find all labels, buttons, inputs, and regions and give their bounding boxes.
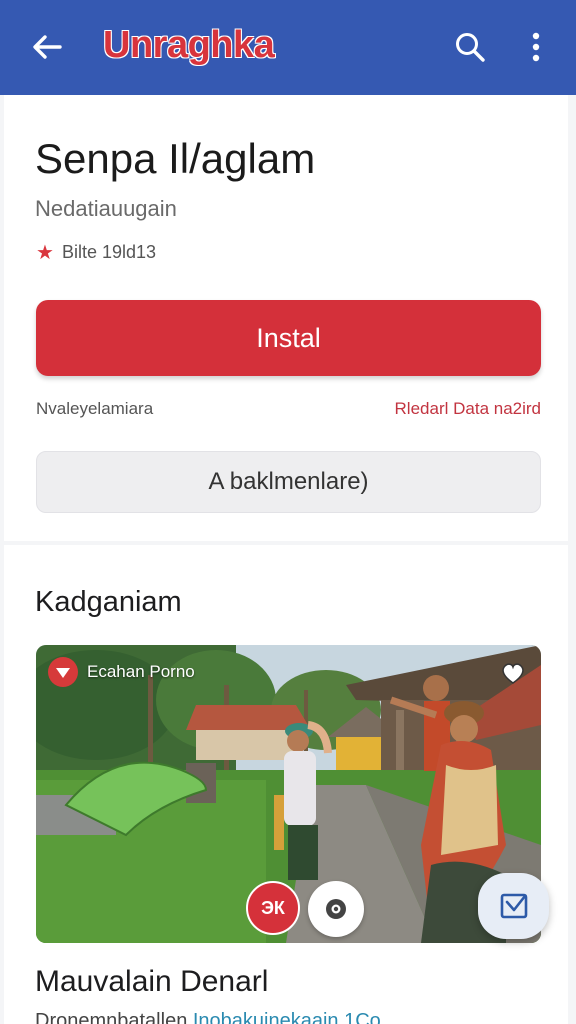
developer-name[interactable]: Nedatiauugain [35, 196, 177, 222]
search-icon [456, 33, 485, 62]
channel-logo-icon [48, 657, 78, 687]
camera-button[interactable] [308, 881, 364, 937]
arrow-left-icon [33, 35, 62, 59]
item-subtitle-text: Dronemnbatallen [35, 1010, 193, 1024]
rating-text: Bilte 19ld13 [61, 242, 157, 262]
secondary-action-button[interactable]: A baklmenlare) [36, 451, 541, 513]
compose-fab[interactable] [478, 873, 549, 939]
install-button[interactable]: Instal [36, 300, 541, 376]
star-icon: ★ [36, 241, 54, 264]
favorite-icon[interactable] [499, 659, 527, 687]
item-subtitle-link[interactable]: Inobakuinekaain 1Co [193, 1010, 381, 1024]
section-title: Kadganiam [35, 586, 182, 618]
more-vertical-icon [532, 32, 540, 62]
back-button[interactable] [22, 22, 72, 72]
compose-icon [500, 893, 527, 919]
app-name: Senpa Il/aglam [35, 135, 316, 182]
item-subtitle: Dronemnbatallen Inobakuinekaain 1Co [35, 1010, 381, 1024]
channel-badge[interactable]: Ecahan Porno [48, 657, 195, 687]
info-text-left: Nvaleyelamiara [36, 399, 154, 418]
more-options-button[interactable] [514, 22, 558, 72]
reaction-chip[interactable]: ЭК [246, 881, 300, 935]
camera-icon [326, 899, 346, 919]
item-title[interactable]: Mauvalain Denarl [35, 965, 268, 999]
channel-label: Ecahan Porno [87, 662, 195, 681]
rating-row: ★ Bilte 19ld13 [36, 242, 156, 263]
media-preview[interactable]: Ecahan Porno ЭК [36, 645, 541, 943]
search-button[interactable] [445, 22, 495, 72]
app-bar: Unraghka [0, 0, 576, 95]
info-link-right[interactable]: Rledarl Data na2ird [395, 399, 541, 419]
app-bar-title: Unraghka [103, 24, 275, 66]
